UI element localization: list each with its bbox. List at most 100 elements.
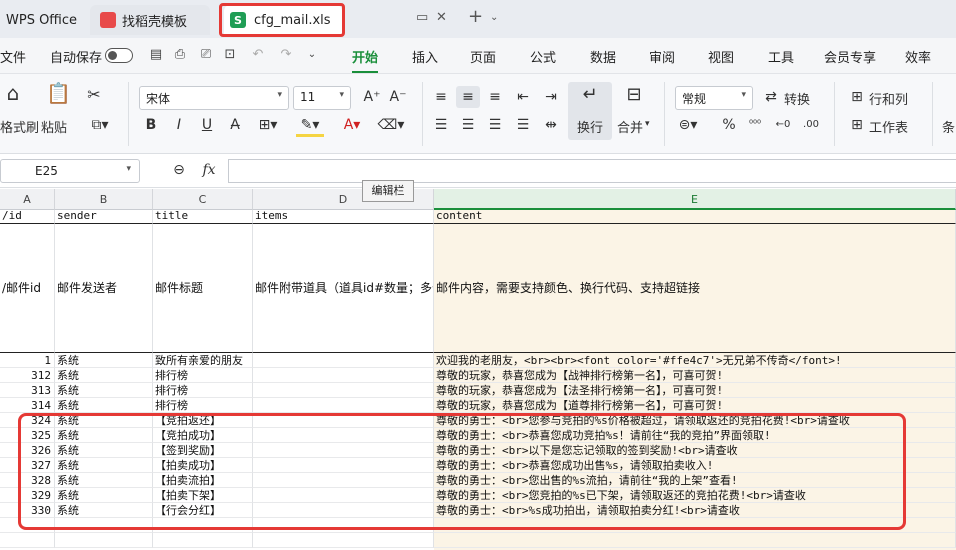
convert-icon[interactable]: ⇄ (762, 88, 780, 106)
merge-label[interactable]: 合并 (617, 117, 643, 136)
wrap-text-icon[interactable]: ↵ (578, 86, 602, 104)
cell-sender[interactable]: 系统 (55, 353, 153, 368)
desc-cell-content[interactable]: 邮件内容，需要支持颜色、换行代码、支持超链接 (434, 224, 956, 353)
menu-efficiency[interactable]: 效率 (905, 47, 931, 66)
desc-cell-id[interactable]: /邮件id (0, 224, 55, 353)
cell-items[interactable] (253, 398, 434, 413)
cell-items[interactable] (253, 383, 434, 398)
font-color-icon[interactable]: A▾ (338, 116, 366, 134)
wrap-text-label[interactable]: 换行 (577, 117, 603, 136)
worksheet-label[interactable]: 工作表 (869, 117, 908, 136)
row-col-icon[interactable]: ⊞ (848, 88, 866, 106)
increase-font-icon[interactable]: A⁺ (362, 88, 382, 106)
increase-indent-icon[interactable]: ⇥ (542, 88, 560, 106)
tab-templates[interactable]: 找稻壳模板 (90, 5, 210, 35)
cell-content[interactable]: 尊敬的玩家，恭喜您成为【法圣排行榜第一名】，可喜可贺! (434, 383, 956, 398)
desc-cell-title[interactable]: 邮件标题 (153, 224, 253, 353)
header-cell-sender[interactable]: sender (55, 210, 153, 224)
fx-icon[interactable]: fx (200, 161, 218, 179)
format-painter-label[interactable]: 格式刷 (0, 117, 39, 136)
thousands-icon[interactable]: ⁰⁰⁰ (746, 116, 764, 134)
cell-items[interactable] (253, 353, 434, 368)
menu-member[interactable]: 会员专享 (824, 47, 876, 66)
format-painter-icon[interactable]: ⌂ (2, 83, 24, 103)
cell-id[interactable]: 313 (0, 383, 55, 398)
copy-icon[interactable]: ⧉▾ (86, 116, 114, 134)
merge-icon[interactable]: ⊟ (622, 86, 646, 104)
empty-cell[interactable] (253, 533, 434, 548)
justify-icon[interactable]: ☰ (514, 116, 532, 134)
conditional-format-label[interactable]: 条 (942, 117, 955, 136)
worksheet-icon[interactable]: ⊞ (848, 116, 866, 134)
menu-file[interactable]: 文件 (0, 47, 26, 66)
fill-color-icon[interactable]: ✎▾ (296, 116, 324, 137)
tab-list-chevron-icon[interactable]: ⌄ (490, 12, 498, 23)
new-tab-icon[interactable]: + (468, 6, 483, 27)
menu-page[interactable]: 页面 (470, 47, 496, 66)
empty-cell[interactable] (0, 533, 55, 548)
clear-format-icon[interactable]: ⌫▾ (376, 116, 406, 134)
desc-cell-items[interactable]: 邮件附带道具（道具id#数量；多个 (253, 224, 434, 353)
merge-chevron-icon[interactable]: ▾ (645, 119, 650, 129)
column-header-e[interactable]: E (434, 189, 956, 210)
column-header-b[interactable]: B (55, 189, 153, 210)
cut-icon[interactable]: ✂ (84, 86, 104, 104)
export-pdf-icon[interactable]: ⎙ (172, 47, 188, 63)
align-center-icon[interactable]: ☰ (459, 116, 477, 134)
menu-data[interactable]: 数据 (590, 47, 616, 66)
cell-content[interactable]: 尊敬的玩家，恭喜您成为【战神排行榜第一名】，可喜可贺! (434, 368, 956, 383)
header-cell-content[interactable]: content (434, 210, 956, 224)
align-middle-icon[interactable]: ≡ (459, 88, 477, 106)
quick-access-chevron-icon[interactable]: ⌄ (304, 47, 320, 63)
cell-title[interactable]: 致所有亲爱的朋友 (153, 353, 253, 368)
cell-title[interactable]: 排行榜 (153, 368, 253, 383)
menu-start[interactable]: 开始 (352, 47, 379, 73)
align-left-icon[interactable]: ☰ (432, 116, 450, 134)
paste-label[interactable]: 粘贴 (41, 117, 67, 136)
increase-decimal-icon[interactable]: ←0 (774, 116, 792, 134)
cell-title[interactable]: 排行榜 (153, 383, 253, 398)
strikethrough-icon[interactable]: A̶ (226, 116, 244, 134)
cell-title[interactable]: 排行榜 (153, 398, 253, 413)
empty-cell[interactable] (153, 533, 253, 548)
convert-label[interactable]: 转换 (784, 89, 810, 108)
formula-input[interactable] (228, 159, 956, 183)
cell-id[interactable]: 1 (0, 353, 55, 368)
save-icon[interactable]: ▤ (148, 47, 164, 63)
header-cell-title[interactable]: title (153, 210, 253, 224)
header-cell-id[interactable]: /id (0, 210, 55, 224)
menu-tools[interactable]: 工具 (768, 47, 794, 66)
cell-sender[interactable]: 系统 (55, 383, 153, 398)
paste-icon[interactable]: 📋 (46, 83, 71, 103)
align-right-icon[interactable]: ☰ (486, 116, 504, 134)
distributed-icon[interactable]: ⇹ (542, 116, 560, 134)
menu-formula[interactable]: 公式 (530, 47, 556, 66)
number-format-select[interactable]: 常规 ▾ (675, 86, 753, 110)
tab-wps-home[interactable]: WPS Office (0, 5, 86, 35)
cell-id[interactable]: 314 (0, 398, 55, 413)
name-box[interactable]: E25 ▾ (0, 159, 140, 183)
border-icon[interactable]: ⊞▾ (254, 116, 282, 134)
cell-items[interactable] (253, 368, 434, 383)
print-preview-icon[interactable]: ⊡ (222, 47, 238, 63)
font-name-select[interactable]: 宋体 ▾ (139, 86, 289, 110)
menu-insert[interactable]: 插入 (412, 47, 438, 66)
font-size-select[interactable]: 11 ▾ (293, 86, 351, 110)
cell-sender[interactable]: 系统 (55, 398, 153, 413)
empty-cell[interactable] (434, 533, 956, 548)
desc-cell-sender[interactable]: 邮件发送者 (55, 224, 153, 353)
decrease-indent-icon[interactable]: ⇤ (514, 88, 532, 106)
cell-id[interactable]: 312 (0, 368, 55, 383)
close-tab-icon[interactable]: ✕ (436, 10, 447, 25)
undo-icon[interactable]: ↶ (250, 47, 266, 63)
header-cell-items[interactable]: items (253, 210, 434, 224)
row-col-label[interactable]: 行和列 (869, 89, 908, 108)
currency-icon[interactable]: ⊜▾ (678, 116, 698, 134)
menu-review[interactable]: 审阅 (649, 47, 675, 66)
underline-icon[interactable]: U (198, 116, 216, 134)
cell-content[interactable]: 尊敬的玩家，恭喜您成为【道尊排行榜第一名】，可喜可贺! (434, 398, 956, 413)
column-header-a[interactable]: A (0, 189, 55, 210)
cell-sender[interactable]: 系统 (55, 368, 153, 383)
decrease-decimal-icon[interactable]: .00 (802, 116, 820, 134)
column-header-c[interactable]: C (153, 189, 253, 210)
